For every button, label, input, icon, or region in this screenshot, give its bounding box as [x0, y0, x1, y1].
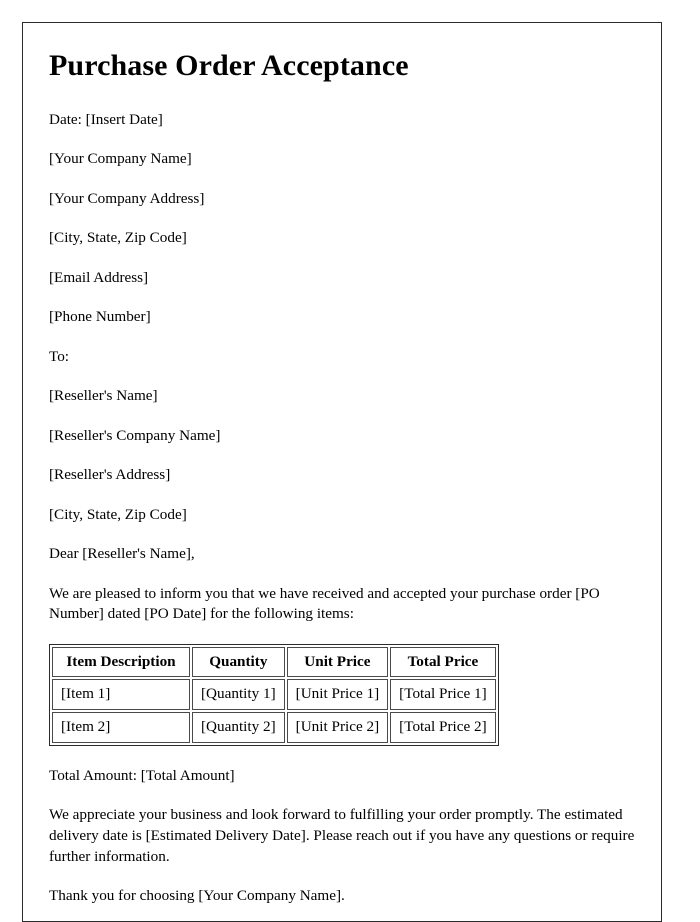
sender-phone: [Phone Number]	[49, 308, 151, 326]
table-header-row: Item Description Quantity Unit Price Tot…	[52, 646, 496, 678]
document-page: Purchase Order Acceptance Date: [Insert …	[22, 22, 662, 922]
column-header-total-price: Total Price	[390, 646, 496, 678]
cell-item-description: [Item 2]	[52, 712, 190, 743]
items-table-head: Item Description Quantity Unit Price Tot…	[52, 646, 496, 678]
intro-paragraph: We are pleased to inform you that we hav…	[49, 584, 600, 623]
items-table-wrapper: Item Description Quantity Unit Price Tot…	[49, 643, 637, 746]
cell-item-description: [Item 1]	[52, 679, 190, 711]
cell-total-price: [Total Price 2]	[390, 712, 496, 743]
sender-email: [Email Address]	[49, 268, 149, 286]
page-title: Purchase Order Acceptance	[49, 49, 409, 82]
salutation: Dear [Reseller's Name],	[49, 545, 195, 563]
cell-quantity: [Quantity 2]	[192, 712, 285, 743]
recipient-name: [Reseller's Name]	[49, 387, 158, 405]
items-table: Item Description Quantity Unit Price Tot…	[49, 643, 499, 746]
sender-company-address: [Your Company Address]	[49, 189, 205, 207]
cell-unit-price: [Unit Price 1]	[286, 679, 389, 711]
recipient-address: [Reseller's Address]	[49, 466, 171, 484]
thanks-line: Thank you for choosing [Your Company Nam…	[49, 887, 345, 905]
column-header-quantity: Quantity	[192, 646, 285, 678]
recipient-company-name: [Reseller's Company Name]	[49, 426, 221, 444]
cell-quantity: [Quantity 1]	[192, 679, 285, 711]
table-row: [Item 1] [Quantity 1] [Unit Price 1] [To…	[52, 679, 496, 711]
sender-company-name: [Your Company Name]	[49, 150, 192, 168]
column-header-unit-price: Unit Price	[286, 646, 389, 678]
sender-city-state-zip: [City, State, Zip Code]	[49, 229, 187, 247]
table-row: [Item 2] [Quantity 2] [Unit Price 2] [To…	[52, 712, 496, 743]
date-line: Date: [Insert Date]	[49, 110, 163, 128]
recipient-city-state-zip: [City, State, Zip Code]	[49, 505, 187, 523]
cell-unit-price: [Unit Price 2]	[286, 712, 389, 743]
cell-total-price: [Total Price 1]	[390, 679, 496, 711]
items-table-body: [Item 1] [Quantity 1] [Unit Price 1] [To…	[52, 679, 496, 743]
total-amount-line: Total Amount: [Total Amount]	[49, 766, 235, 784]
closing-paragraph: We appreciate your business and look for…	[49, 806, 635, 865]
document-body: Purchase Order Acceptance Date: [Insert …	[23, 23, 661, 921]
column-header-item-description: Item Description	[52, 646, 190, 678]
recipient-to-label: To:	[49, 347, 70, 365]
